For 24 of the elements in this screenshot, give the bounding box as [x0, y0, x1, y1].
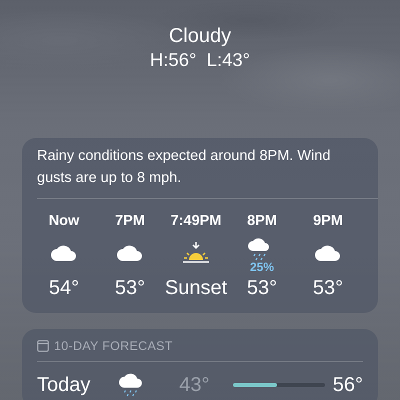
hour-temperature: 54°	[48, 276, 80, 301]
section-title: 10-DAY FORECAST	[54, 339, 173, 353]
cloud-icon	[315, 245, 341, 261]
hour-label: Now	[48, 212, 80, 231]
hour-temperature: 53°	[114, 276, 146, 301]
calendar-icon	[37, 340, 49, 352]
high-temperature: 56°	[332, 374, 363, 396]
hour-label: 8PM	[247, 212, 277, 231]
hour-label: 7PM	[115, 212, 145, 231]
hour-temperature: 53°	[312, 276, 344, 301]
hour-temperature: Sunset	[164, 276, 228, 301]
cloud-icon	[51, 245, 77, 261]
forecast-summary: Rainy conditions expected around 8PM. Wind gusts are up to 8 mph.	[36, 147, 332, 188]
rain-cloud-icon	[119, 372, 144, 398]
condition-text: Cloudy	[168, 24, 232, 48]
day-label: Today	[37, 374, 92, 396]
hour-label: 7:49PM	[170, 212, 222, 231]
hour-label: 9PM	[313, 212, 343, 231]
sunset-icon	[181, 241, 211, 265]
hour-temperature: 53°	[246, 276, 278, 301]
cloud-icon	[117, 245, 143, 261]
high-low-text: H:56° L:43°	[150, 48, 250, 72]
low-temperature: 43°	[179, 374, 211, 396]
precipitation-chance: 25%	[250, 260, 274, 274]
